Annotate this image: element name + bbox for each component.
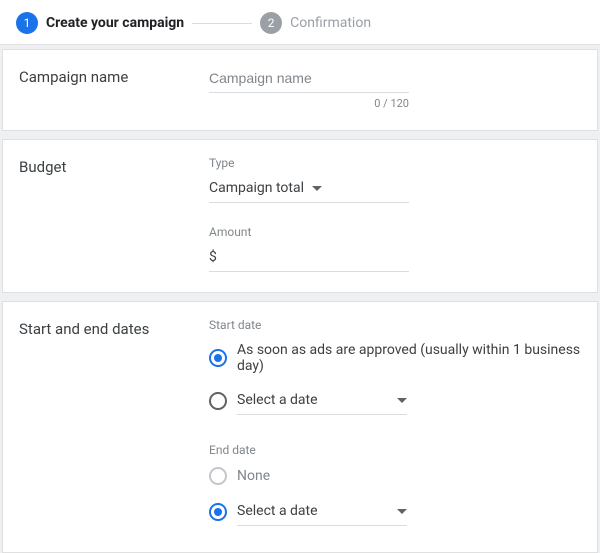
end-date-label: End date — [209, 443, 581, 457]
step-label-1: Create your campaign — [46, 15, 184, 31]
end-date-pick-option[interactable]: Select a date — [209, 491, 581, 532]
end-date-picker-dropdown[interactable]: Select a date — [237, 497, 407, 526]
budget-amount-input[interactable]: $ — [209, 243, 409, 272]
start-date-picker-dropdown[interactable]: Select a date — [237, 386, 407, 415]
caret-down-icon — [397, 398, 407, 403]
budget-amount-label: Amount — [209, 225, 581, 239]
campaign-name-section-label: Campaign name — [19, 66, 209, 86]
budget-section-label: Budget — [19, 156, 209, 176]
caret-down-icon — [397, 509, 407, 514]
start-date-label: Start date — [209, 318, 581, 332]
budget-card: Budget Type Campaign total Amount $ — [2, 139, 598, 293]
radio-unselected-icon — [209, 467, 227, 485]
caret-down-icon — [312, 186, 322, 191]
step-confirmation[interactable]: 2 Confirmation — [260, 12, 371, 34]
start-date-pick-option[interactable]: Select a date — [209, 380, 581, 421]
radio-selected-icon — [209, 349, 227, 367]
step-number-2: 2 — [260, 12, 282, 34]
step-create-campaign[interactable]: 1 Create your campaign — [16, 12, 184, 34]
start-date-pick-label: Select a date — [237, 392, 318, 408]
budget-type-value: Campaign total — [209, 180, 304, 196]
campaign-name-input[interactable] — [209, 66, 409, 93]
budget-type-label: Type — [209, 156, 581, 170]
campaign-name-card: Campaign name 0 / 120 — [2, 49, 598, 131]
dates-section-label: Start and end dates — [19, 318, 209, 338]
radio-unselected-icon — [209, 392, 227, 410]
end-date-none-label: None — [237, 468, 270, 484]
end-date-pick-label: Select a date — [237, 503, 318, 519]
currency-symbol: $ — [209, 249, 217, 265]
end-date-none-option[interactable]: None — [209, 461, 581, 491]
budget-type-dropdown[interactable]: Campaign total — [209, 174, 409, 203]
step-divider — [192, 23, 252, 24]
campaign-name-counter: 0 / 120 — [209, 97, 409, 110]
start-date-asap-option[interactable]: As soon as ads are approved (usually wit… — [209, 336, 581, 380]
stepper: 1 Create your campaign 2 Confirmation — [0, 0, 600, 45]
dates-card: Start and end dates Start date As soon a… — [2, 301, 598, 553]
start-date-asap-label: As soon as ads are approved (usually wit… — [237, 342, 581, 374]
radio-selected-icon — [209, 503, 227, 521]
step-label-2: Confirmation — [290, 15, 371, 31]
step-number-1: 1 — [16, 12, 38, 34]
